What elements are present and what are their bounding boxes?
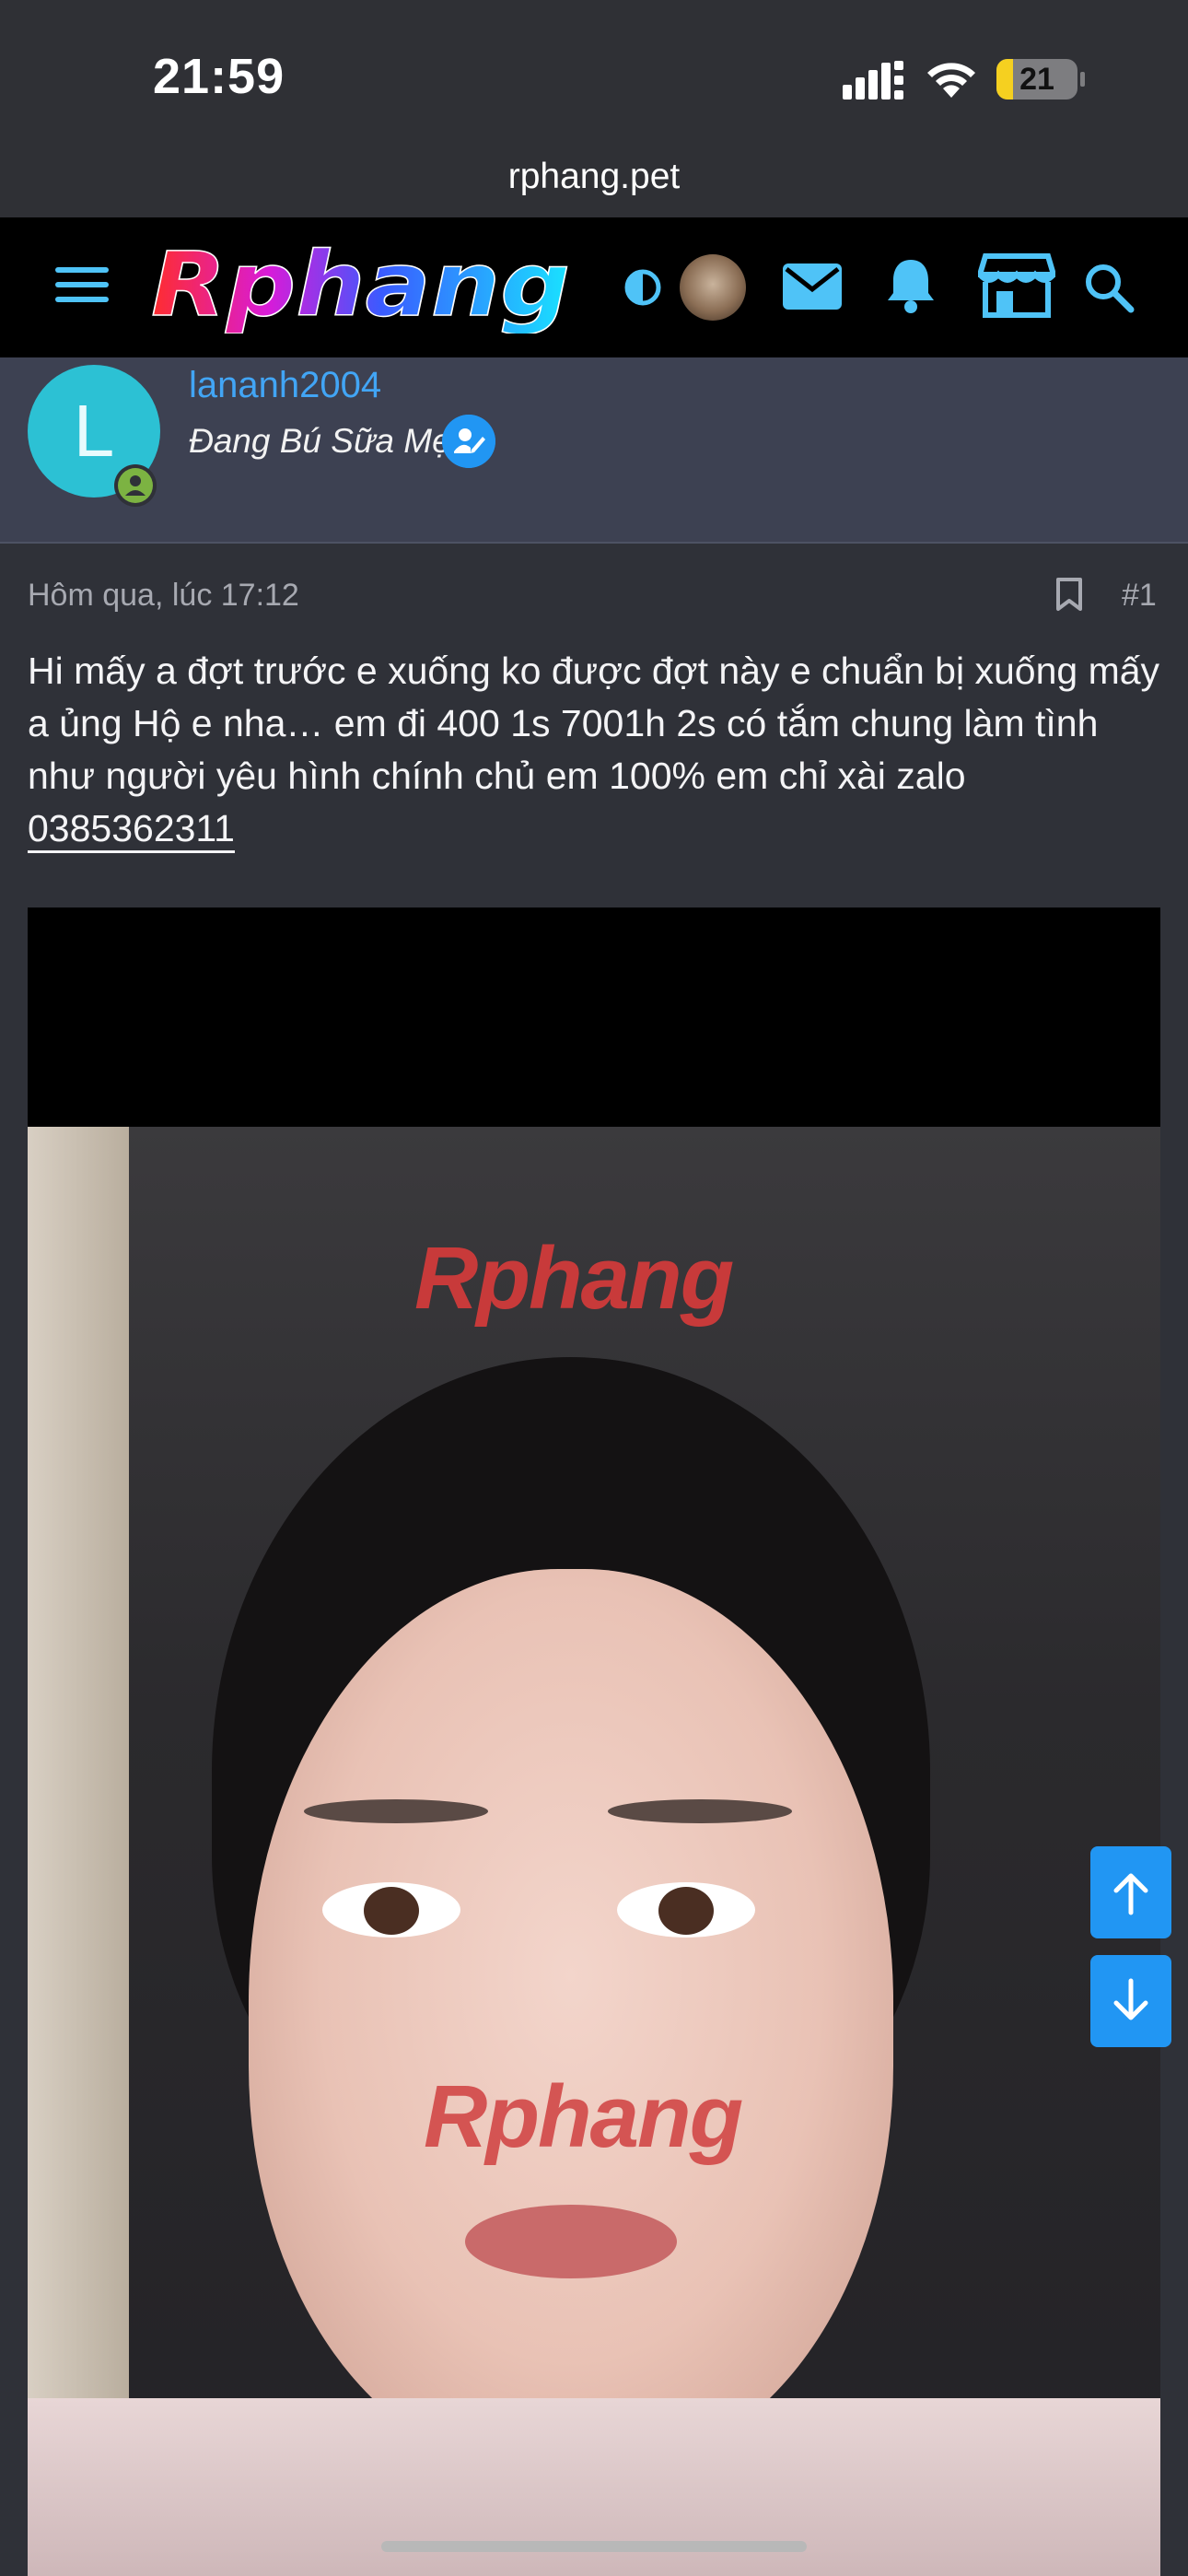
arrow-down-icon: [1113, 1978, 1148, 2020]
post-date[interactable]: Hôm qua, lúc 17:12: [28, 578, 299, 614]
post-body: Hi mấy a đợt trước e xuống ko được đợt n…: [28, 645, 1170, 855]
scroll-up-button[interactable]: [1090, 1846, 1171, 1938]
scroll-down-button[interactable]: [1090, 1955, 1171, 2047]
verified-badge-icon: [442, 415, 495, 468]
battery-indicator: 21: [996, 59, 1085, 100]
cellular-signal-icon: [843, 61, 903, 100]
search-icon[interactable]: [1083, 262, 1135, 313]
mail-icon[interactable]: [783, 263, 842, 310]
image-letterbox: [28, 907, 1160, 1127]
bookmark-icon[interactable]: [1055, 577, 1083, 612]
address-bar-url[interactable]: rphang.pet: [0, 157, 1188, 197]
bell-icon[interactable]: [884, 256, 938, 313]
wifi-icon: [927, 63, 975, 98]
post-text: Hi mấy a đợt trước e xuống ko được đợt n…: [28, 650, 1160, 797]
watermark-top: Rphang: [414, 1229, 734, 1328]
status-time: 21:59: [153, 49, 285, 104]
watermark-bottom: Rphang: [424, 2067, 743, 2166]
store-icon[interactable]: [978, 252, 1055, 319]
image-scene: Rphang Rphang: [28, 1127, 1160, 2576]
arrow-up-icon: [1113, 1873, 1148, 1915]
author-username[interactable]: lananh2004: [189, 365, 381, 406]
site-logo[interactable]: Rphang: [149, 241, 577, 334]
online-status-icon: [114, 464, 157, 507]
post-author-bar: [0, 357, 1188, 544]
user-avatar[interactable]: [680, 254, 746, 321]
post-number[interactable]: #1: [1122, 578, 1157, 614]
battery-percent: 21: [1019, 62, 1054, 97]
theme-toggle-icon[interactable]: [624, 269, 661, 306]
home-indicator[interactable]: [381, 2541, 807, 2552]
menu-icon[interactable]: [55, 265, 109, 304]
logo-text: Rphang: [151, 241, 570, 334]
phone-link[interactable]: 0385362311: [28, 807, 235, 849]
author-user-title: Đang Bú Sữa Mẹ: [189, 422, 451, 460]
post-image[interactable]: Rphang Rphang: [28, 907, 1160, 2576]
